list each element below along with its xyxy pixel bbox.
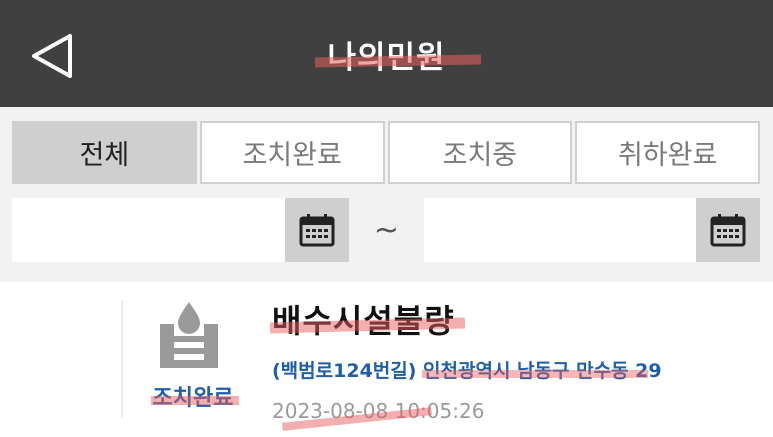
status-tabs: 전체 조치완료 조치중 취하완료: [12, 121, 760, 184]
status-badge: 조치완료: [132, 380, 254, 412]
page-title: 나의민원: [0, 32, 773, 77]
start-date-input[interactable]: [12, 198, 285, 262]
date-range-separator: ~: [373, 212, 400, 248]
end-date-calendar-button[interactable]: [696, 198, 760, 262]
calendar-icon: [299, 214, 335, 247]
date-range-filter: ~: [12, 198, 760, 262]
complaint-datetime: 2023-08-08 10:05:26: [272, 399, 485, 423]
tab-completed[interactable]: 조치완료: [199, 121, 385, 184]
item-divider: [121, 300, 123, 418]
water-drain-icon: [160, 302, 218, 368]
tab-withdrawn[interactable]: 취하완료: [575, 121, 760, 184]
complaint-title: 배수시설불량: [272, 296, 455, 342]
start-date-calendar-button[interactable]: [285, 198, 349, 262]
calendar-icon: [710, 214, 746, 247]
complaint-list-item[interactable]: 조치완료 배수시설불량 (백범로124번길) 인천광역시 남동구 만수동 29 …: [0, 282, 773, 437]
end-date-input[interactable]: [424, 198, 696, 262]
app-header: 나의민원: [0, 0, 773, 107]
tab-in-progress[interactable]: 조치중: [387, 121, 573, 184]
tab-all[interactable]: 전체: [12, 121, 197, 184]
complaint-address: (백범로124번길) 인천광역시 남동구 만수동 29: [272, 356, 662, 383]
